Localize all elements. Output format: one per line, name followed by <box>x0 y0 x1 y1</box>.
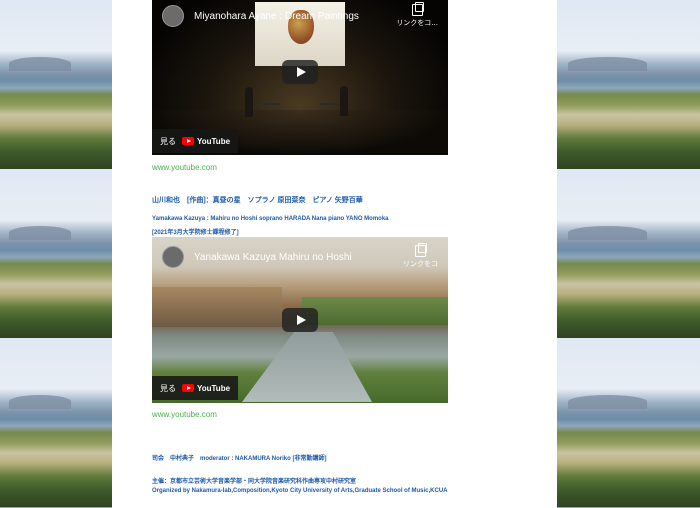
background-left <box>0 0 112 508</box>
youtube-icon <box>182 137 194 145</box>
video-title-bar: Yanakawa Kazuya Mahiru no Hoshi リンクをコ <box>162 243 438 269</box>
youtube-logo: YouTube <box>182 384 230 393</box>
watch-label: 見る <box>160 136 176 146</box>
youtube-embed-2[interactable]: Yanakawa Kazuya Mahiru no Hoshi リンクをコ 見る… <box>152 237 448 403</box>
youtube-link-1[interactable]: www.youtube.com <box>152 163 217 172</box>
copy-link-button[interactable]: リンクをコ... <box>396 2 438 28</box>
background-right <box>557 0 700 508</box>
youtube-embed-1[interactable]: Miyanohara Ayane : Dream Paintings リンクをコ… <box>152 0 448 155</box>
river-water <box>242 332 372 402</box>
video-title-bar: Miyanohara Ayane : Dream Paintings リンクをコ… <box>162 2 438 28</box>
watch-label: 見る <box>160 383 176 393</box>
copy-link-label: リンクをコ <box>403 260 438 268</box>
work-title-en: Yamakawa Kazuya : Mahiru no Hoshi sopran… <box>152 216 389 222</box>
copy-link-label: リンクをコ... <box>396 19 438 27</box>
riverbank-trees <box>302 297 448 325</box>
channel-avatar[interactable] <box>162 246 184 268</box>
work-note: [2021年3月大学院修士課程修了] <box>152 230 239 236</box>
riverside-buildings <box>152 287 282 327</box>
video-title[interactable]: Miyanohara Ayane : Dream Paintings <box>194 11 396 22</box>
play-button[interactable] <box>282 60 318 84</box>
channel-avatar[interactable] <box>162 5 184 27</box>
watch-on-youtube-button[interactable]: 見る YouTube <box>152 376 239 400</box>
play-icon <box>296 315 306 325</box>
youtube-logo: YouTube <box>182 137 230 146</box>
moderator-line: 司会 中村典子 moderator : NAKAMURA Noriko [非常勤… <box>152 456 327 462</box>
watch-on-youtube-button[interactable]: 見る YouTube <box>152 129 239 153</box>
video-title[interactable]: Yanakawa Kazuya Mahiru no Hoshi <box>194 252 403 263</box>
organizer-ja: 主催：京都市立芸術大学音楽学部・同大学院音楽研究科作曲専攻中村研究室 <box>152 479 357 485</box>
copy-icon <box>415 243 427 257</box>
work-title-ja: 山川和也 [作曲]：真昼の星 ソプラノ 原田菜奈 ピアノ 矢野百華 <box>152 197 363 204</box>
copy-link-button[interactable]: リンクをコ <box>403 243 438 269</box>
youtube-link-2[interactable]: www.youtube.com <box>152 410 217 419</box>
main-content: Miyanohara Ayane : Dream Paintings リンクをコ… <box>112 0 557 508</box>
play-button[interactable] <box>282 308 318 332</box>
copy-icon <box>411 2 424 16</box>
organizer-en: Organized by Nakamura-lab,Composition,Ky… <box>152 488 448 494</box>
performer-left <box>245 87 253 117</box>
performer-right <box>340 86 348 116</box>
youtube-icon <box>182 384 194 392</box>
play-icon <box>296 67 306 77</box>
